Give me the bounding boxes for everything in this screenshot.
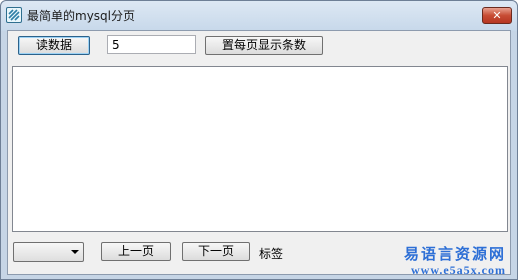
status-label: 标签 (259, 247, 284, 261)
prev-page-button[interactable]: 上一页 (101, 242, 171, 261)
page-select[interactable] (13, 242, 84, 262)
chevron-down-icon[interactable] (71, 250, 79, 254)
client-area: 读数据 置每页显示条数 上一页 下一页 标签 易语言资源网 www.e5a5x.… (7, 30, 511, 277)
app-icon (6, 7, 22, 23)
window-title: 最简单的mysql分页 (27, 9, 135, 23)
set-page-size-button[interactable]: 置每页显示条数 (205, 36, 323, 55)
title-bar[interactable]: 最简单的mysql分页 ✕ (1, 1, 517, 31)
app-window: 最简单的mysql分页 ✕ 读数据 置每页显示条数 上一页 下一页 标签 易语言… (0, 0, 518, 280)
data-listbox[interactable] (12, 66, 508, 232)
next-page-button[interactable]: 下一页 (182, 242, 250, 261)
page-size-input[interactable] (107, 35, 196, 54)
watermark-url: www.e5a5x.com (411, 263, 506, 277)
read-data-button[interactable]: 读数据 (18, 36, 90, 55)
close-button[interactable]: ✕ (482, 7, 512, 24)
watermark-title: 易语言资源网 (404, 245, 507, 263)
close-icon: ✕ (492, 9, 502, 22)
